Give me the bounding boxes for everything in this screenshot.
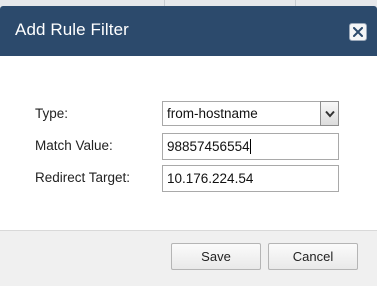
close-button[interactable] [349,23,367,41]
text-cursor [249,139,251,154]
chevron-down-icon [325,110,335,118]
dialog-body: Type: from-hostname Match Value: 9885745… [0,56,377,230]
type-select-value[interactable]: from-hostname [162,101,320,126]
type-select-dropdown-button[interactable] [320,101,339,126]
save-button[interactable]: Save [171,243,261,270]
dialog-title: Add Rule Filter [15,20,129,39]
redirect-target-input[interactable]: 10.176.224.54 [162,165,339,192]
cancel-button[interactable]: Cancel [268,243,358,270]
match-value-label: Match Value: [35,138,113,153]
match-value-text: 98857456554 [167,139,250,154]
redirect-target-text: 10.176.224.54 [167,171,254,186]
add-rule-filter-dialog: Add Rule Filter Type: from-hostname Matc… [0,6,377,286]
redirect-target-label: Redirect Target: [35,170,131,185]
type-select[interactable]: from-hostname [162,101,339,126]
dialog-footer: Save Cancel [0,230,377,286]
dialog-titlebar: Add Rule Filter [0,6,377,56]
type-label: Type: [35,106,69,121]
close-icon [353,27,363,37]
match-value-input[interactable]: 98857456554 [162,133,339,160]
